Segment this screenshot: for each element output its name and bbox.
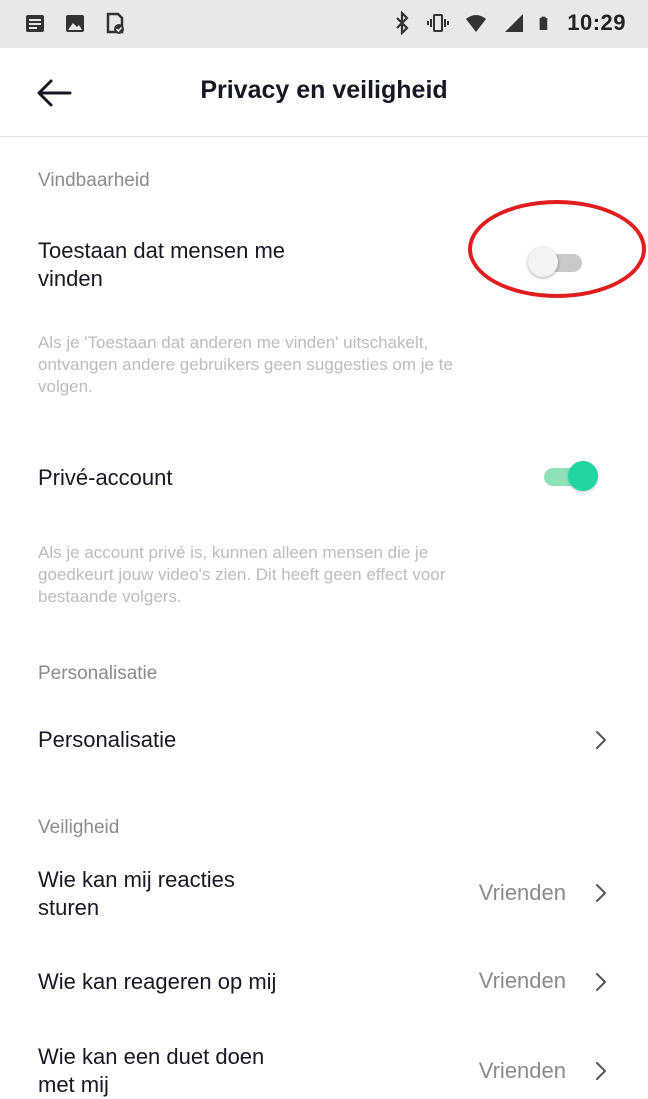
clock: 10:29 — [567, 10, 626, 35]
vibrate-icon — [427, 14, 450, 32]
reactions-permission-title: Wie kan reageren op mij — [38, 969, 277, 994]
private-account-title: Privé-account — [38, 465, 173, 490]
image-icon — [66, 15, 84, 32]
comments-permission-value: Vrienden — [478, 880, 566, 905]
section-label-personalization: Personalisatie — [38, 663, 158, 684]
page-title: Privacy en veiligheid — [200, 76, 448, 104]
section-label-safety: Veiligheid — [38, 817, 120, 838]
bluetooth-icon — [396, 11, 409, 35]
signal-icon — [505, 14, 524, 32]
notes-icon — [26, 15, 44, 32]
section-label-findability: Vindbaarheid — [38, 170, 150, 191]
doc-check-icon — [106, 12, 124, 34]
private-account-toggle[interactable] — [542, 460, 598, 492]
duet-permission-title: Wie kan een duet doen met mij — [38, 1044, 265, 1097]
chevron-right-icon — [596, 973, 606, 991]
duet-permission-value: Vrienden — [478, 1058, 566, 1083]
status-bar: 10:29 — [0, 0, 648, 48]
comments-permission-title: Wie kan mij reacties sturen — [38, 867, 235, 920]
private-account-description: Als je account privé is, kunnen alleen m… — [38, 543, 446, 606]
allow-find-toggle[interactable] — [528, 246, 584, 278]
chevron-right-icon — [596, 884, 606, 902]
allow-find-description: Als je 'Toestaan dat anderen me vinden' … — [38, 333, 453, 396]
chevron-right-icon — [596, 1062, 606, 1080]
chevron-right-icon — [596, 731, 606, 749]
top-bar: Privacy en veiligheid — [0, 48, 648, 137]
reactions-permission-value: Vrienden — [478, 968, 566, 993]
personalization-title: Personalisatie — [38, 727, 177, 752]
wifi-icon — [466, 15, 487, 32]
battery-icon — [539, 16, 548, 30]
allow-find-title: Toestaan dat mensen me vinden — [38, 238, 286, 291]
